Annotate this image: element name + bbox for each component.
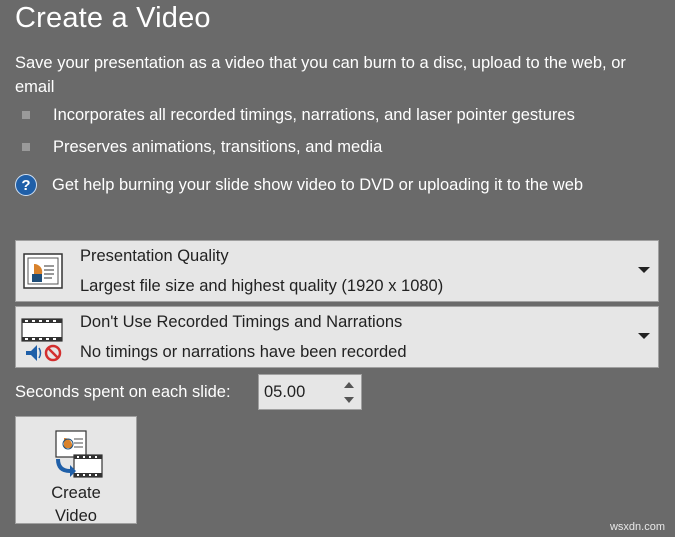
bullet-item: Preserves animations, transitions, and m… <box>22 137 382 157</box>
spin-up-icon[interactable] <box>343 378 355 392</box>
create-video-button[interactable]: Create Video <box>15 416 137 525</box>
timings-subtitle: No timings or narrations have been recor… <box>80 343 407 361</box>
quality-title: Presentation Quality <box>80 247 229 265</box>
no-narration-film-icon <box>21 318 63 362</box>
help-link[interactable]: ? Get help burning your slide show video… <box>15 174 583 196</box>
page-title: Create a Video <box>15 2 211 34</box>
quality-dropdown[interactable]: Presentation Quality Largest file size a… <box>15 240 659 302</box>
seconds-value[interactable]: 05.00 <box>264 383 305 402</box>
spin-down-icon[interactable] <box>343 393 355 407</box>
bullet-text: Incorporates all recorded timings, narra… <box>53 106 575 124</box>
chevron-down-icon[interactable] <box>638 333 650 339</box>
bullet-item: Incorporates all recorded timings, narra… <box>22 105 575 125</box>
bullet-square-icon <box>22 143 30 151</box>
seconds-spinner[interactable]: 05.00 <box>258 374 362 410</box>
description-text: Save your presentation as a video that y… <box>15 54 626 96</box>
bullet-square-icon <box>22 111 30 119</box>
quality-subtitle: Largest file size and highest quality (1… <box>80 277 444 295</box>
help-link-text[interactable]: Get help burning your slide show video t… <box>52 176 583 195</box>
create-video-icon <box>55 430 103 478</box>
timings-dropdown[interactable]: Don't Use Recorded Timings and Narration… <box>15 306 659 368</box>
create-video-label-line1: Create <box>51 484 101 502</box>
bullet-text: Preserves animations, transitions, and m… <box>53 138 383 156</box>
timings-title: Don't Use Recorded Timings and Narration… <box>80 313 403 331</box>
help-question-icon: ? <box>15 174 37 196</box>
create-video-label-line2: Video <box>55 507 97 525</box>
seconds-label: Seconds spent on each slide: <box>15 383 231 401</box>
watermark-text: wsxdn.com <box>609 521 665 533</box>
presentation-quality-icon <box>23 253 63 289</box>
chevron-down-icon[interactable] <box>638 267 650 273</box>
